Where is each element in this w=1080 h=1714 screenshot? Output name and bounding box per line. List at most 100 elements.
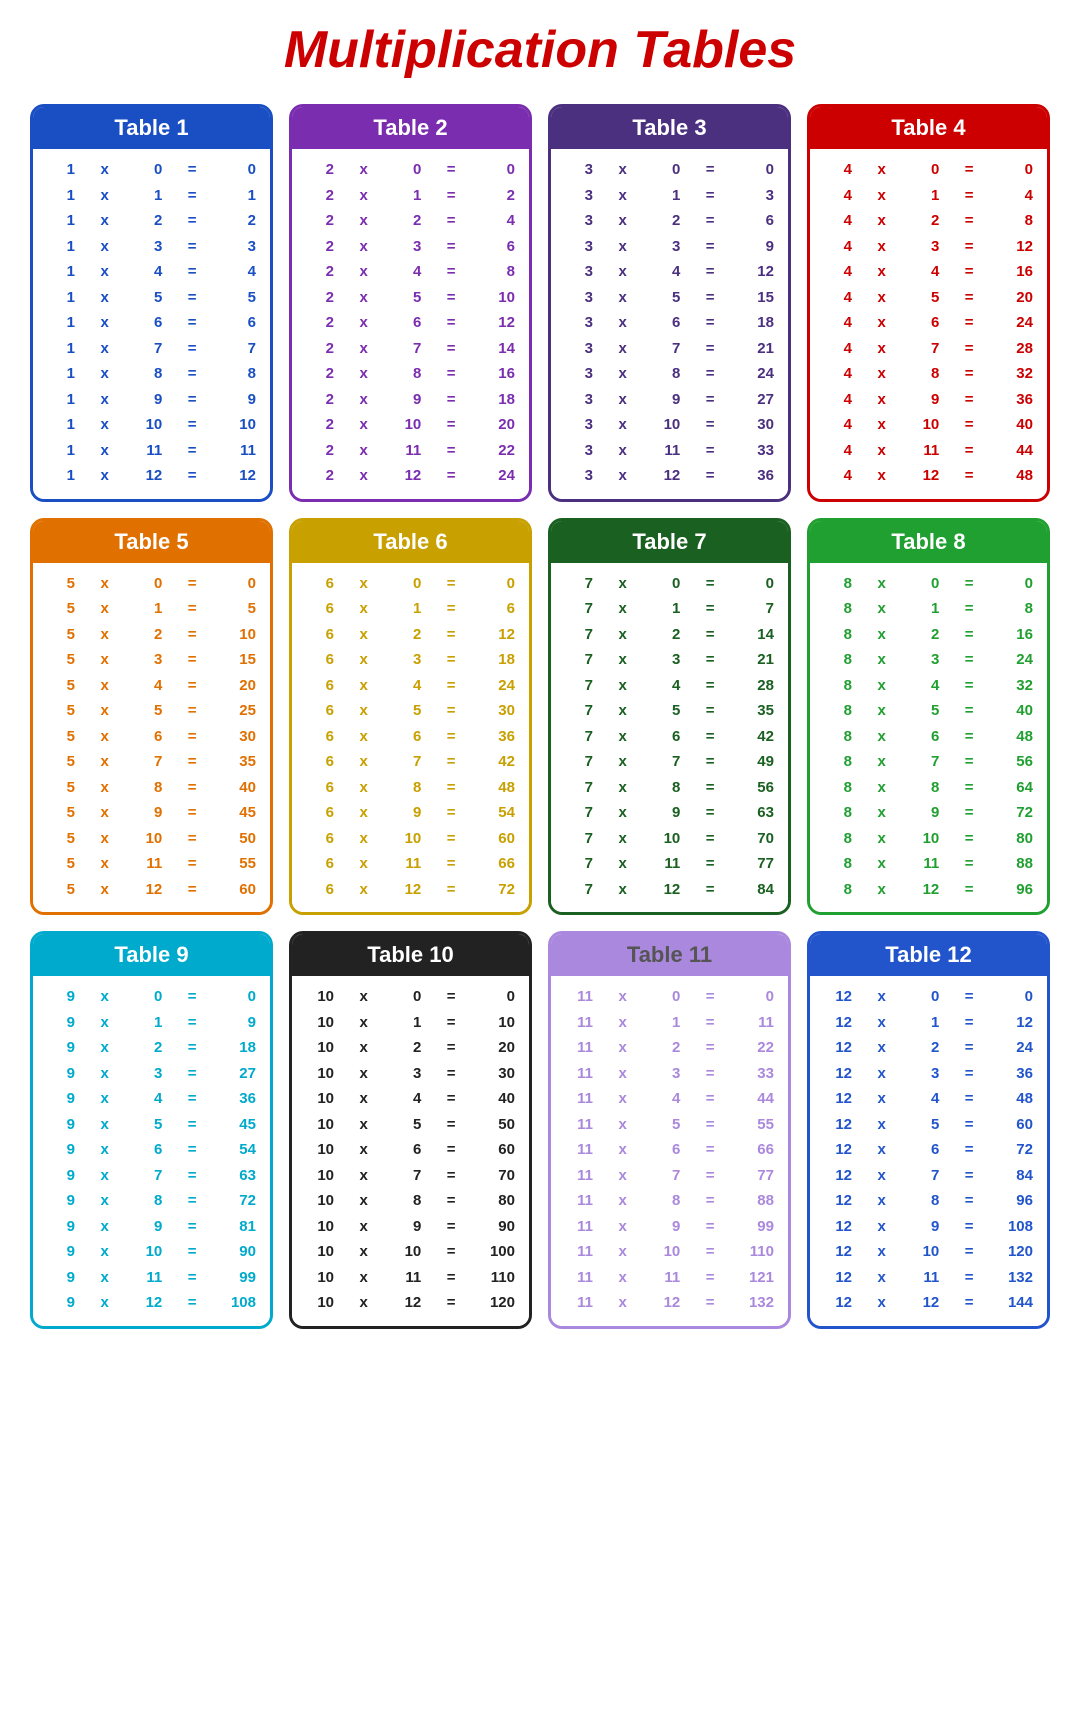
multiplier: 9 [911,1214,939,1240]
multiplicand: 10 [306,1265,334,1291]
product: 6 [481,596,515,622]
equals-symbol: = [702,234,719,260]
multiplicand: 3 [565,336,593,362]
product: 33 [740,1061,774,1087]
table-header-9: Table 9 [33,934,270,976]
multiplier: 8 [134,775,162,801]
product: 0 [222,984,256,1010]
times-symbol: x [96,596,113,622]
multiplicand: 4 [824,259,852,285]
multiplicand: 4 [824,387,852,413]
product: 50 [222,826,256,852]
product: 32 [999,673,1033,699]
multiplicand: 8 [824,877,852,903]
times-symbol: x [873,438,890,464]
table-row: 5 x 7 = 35 [47,749,256,775]
product: 24 [999,647,1033,673]
table-header-11: Table 11 [551,934,788,976]
multiplier: 6 [134,1137,162,1163]
product: 55 [222,851,256,877]
times-symbol: x [355,183,372,209]
multiplier: 12 [393,877,421,903]
multiplicand: 8 [824,622,852,648]
product: 120 [481,1290,515,1316]
multiplier: 0 [393,571,421,597]
product: 36 [222,1086,256,1112]
times-symbol: x [96,208,113,234]
multiplier: 5 [911,1112,939,1138]
equals-symbol: = [443,285,460,311]
multiplier: 11 [911,851,939,877]
times-symbol: x [614,1112,631,1138]
equals-symbol: = [961,622,978,648]
product: 24 [481,463,515,489]
multiplicand: 10 [306,1290,334,1316]
multiplier: 1 [911,596,939,622]
multiplicand: 10 [306,1214,334,1240]
product: 0 [999,157,1033,183]
tables-grid: Table 11 x 0 = 01 x 1 = 11 x 2 = 21 x 3 … [20,104,1060,1329]
multiplicand: 12 [824,1010,852,1036]
multiplicand: 12 [824,1239,852,1265]
product: 0 [999,984,1033,1010]
table-row: 8 x 1 = 8 [824,596,1033,622]
multiplier: 6 [652,310,680,336]
equals-symbol: = [184,1061,201,1087]
multiplicand: 8 [824,775,852,801]
multiplicand: 9 [47,984,75,1010]
multiplier: 12 [134,877,162,903]
multiplier: 7 [911,336,939,362]
times-symbol: x [355,336,372,362]
table-row: 1 x 10 = 10 [47,412,256,438]
multiplier: 9 [652,800,680,826]
table-row: 1 x 2 = 2 [47,208,256,234]
multiplier: 2 [393,1035,421,1061]
multiplicand: 5 [47,749,75,775]
times-symbol: x [873,285,890,311]
table-row: 4 x 5 = 20 [824,285,1033,311]
times-symbol: x [614,775,631,801]
multiplicand: 2 [306,208,334,234]
multiplicand: 9 [47,1086,75,1112]
multiplicand: 3 [565,361,593,387]
multiplier: 11 [911,1265,939,1291]
product: 99 [740,1214,774,1240]
times-symbol: x [614,724,631,750]
equals-symbol: = [184,1163,201,1189]
multiplier: 4 [393,259,421,285]
multiplier: 5 [911,285,939,311]
product: 8 [999,596,1033,622]
multiplier: 7 [652,1163,680,1189]
equals-symbol: = [443,673,460,699]
equals-symbol: = [184,826,201,852]
product: 45 [222,1112,256,1138]
table-row: 11 x 11 = 121 [565,1265,774,1291]
multiplicand: 9 [47,1010,75,1036]
equals-symbol: = [961,285,978,311]
equals-symbol: = [961,412,978,438]
table-card-4: Table 44 x 0 = 04 x 1 = 44 x 2 = 84 x 3 … [807,104,1050,502]
times-symbol: x [873,826,890,852]
multiplier: 11 [134,438,162,464]
times-symbol: x [96,361,113,387]
equals-symbol: = [702,647,719,673]
equals-symbol: = [961,877,978,903]
product: 0 [481,157,515,183]
multiplicand: 5 [47,622,75,648]
equals-symbol: = [961,596,978,622]
multiplier: 10 [393,1239,421,1265]
multiplicand: 2 [306,310,334,336]
table-row: 3 x 7 = 21 [565,336,774,362]
table-row: 4 x 0 = 0 [824,157,1033,183]
multiplier: 11 [393,1265,421,1291]
multiplicand: 3 [565,208,593,234]
multiplier: 3 [652,234,680,260]
times-symbol: x [614,208,631,234]
times-symbol: x [355,438,372,464]
multiplier: 10 [134,826,162,852]
times-symbol: x [614,1010,631,1036]
product: 8 [999,208,1033,234]
table-row: 7 x 7 = 49 [565,749,774,775]
times-symbol: x [355,157,372,183]
table-row: 5 x 8 = 40 [47,775,256,801]
